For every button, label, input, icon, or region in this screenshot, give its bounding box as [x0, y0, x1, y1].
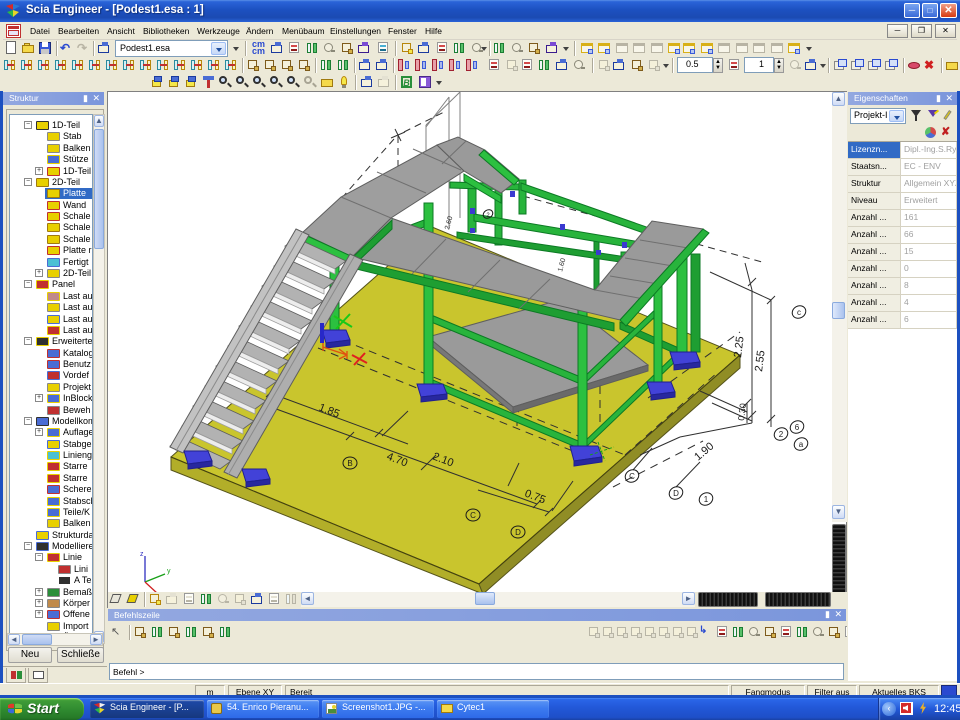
svg-text:1.90: 1.90 [692, 440, 716, 463]
svg-text:D: D [673, 489, 679, 498]
svg-text:z: z [140, 551, 144, 558]
svg-text:B: B [347, 459, 352, 468]
svg-text:D: D [515, 528, 521, 537]
svg-text:2.25: 2.25 [732, 336, 747, 359]
svg-text:6: 6 [795, 423, 800, 432]
svg-text:C: C [470, 511, 476, 520]
svg-text:c: c [797, 308, 801, 317]
svg-text:2.60: 2.60 [444, 215, 454, 230]
svg-text:a: a [799, 440, 804, 449]
svg-text:2.55: 2.55 [753, 350, 768, 373]
svg-text:1.60: 1.60 [557, 257, 567, 272]
svg-text:2: 2 [779, 430, 784, 439]
svg-text:0.30: 0.30 [736, 403, 748, 422]
svg-text:C: C [629, 472, 635, 481]
svg-text:1: 1 [704, 495, 709, 504]
svg-text:y: y [167, 568, 171, 575]
